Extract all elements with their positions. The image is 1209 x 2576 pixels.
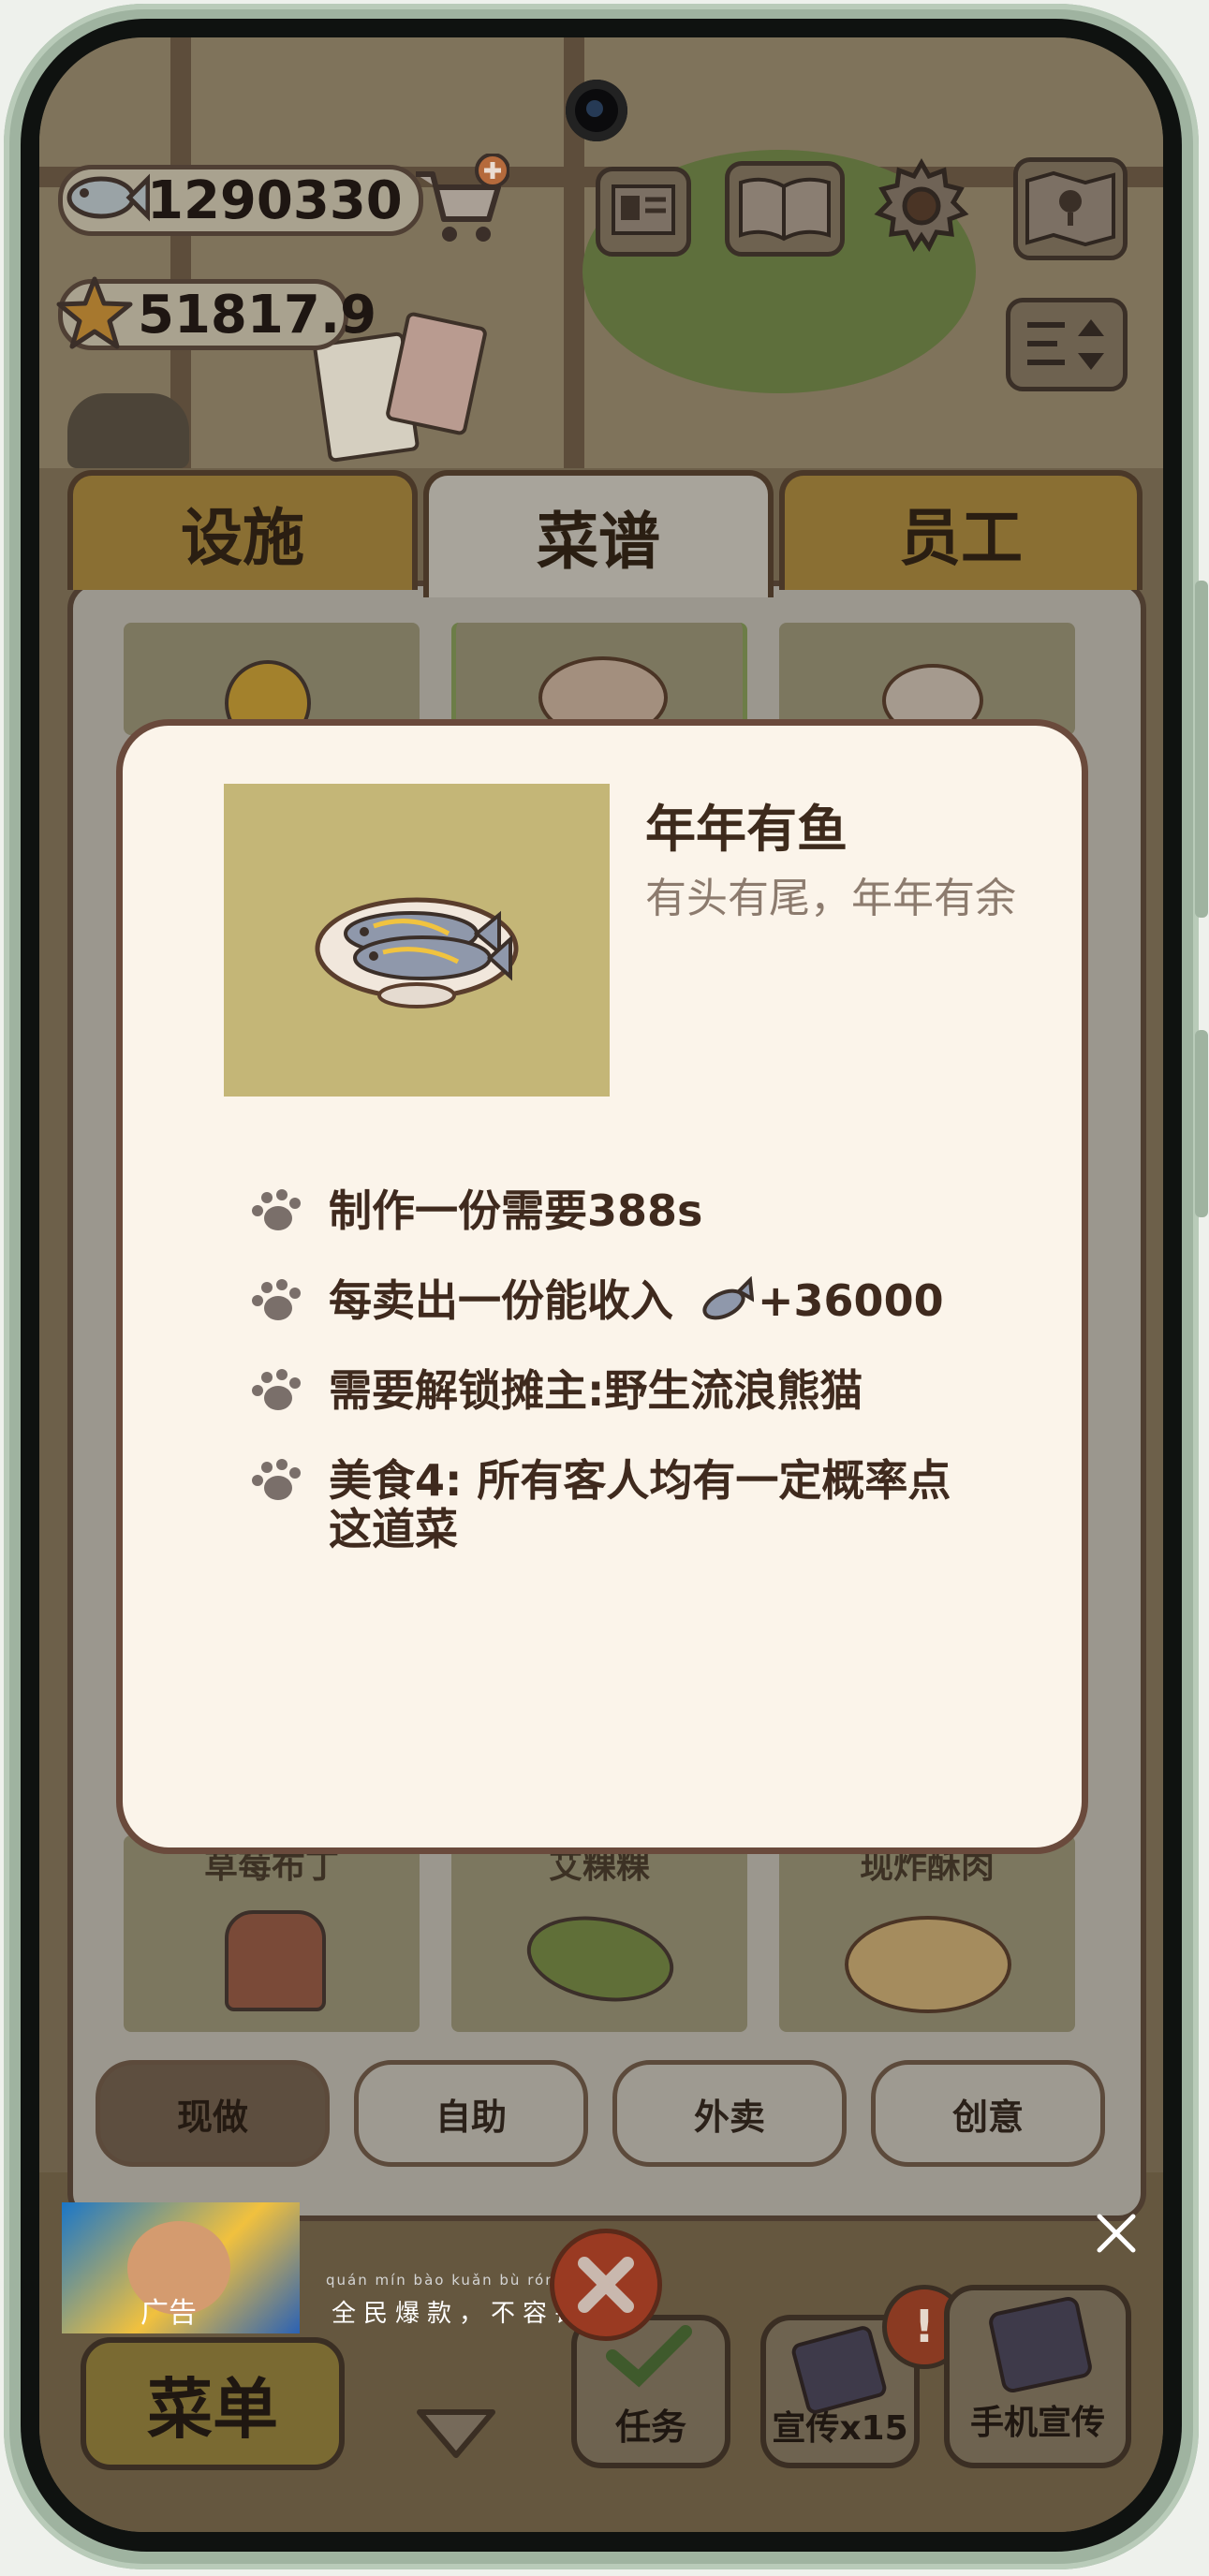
star-currency-value: 51817.9 [138,284,377,346]
filter-self-service[interactable]: 自助 [354,2060,588,2167]
recipe-book-icon[interactable] [725,161,845,257]
paw-icon [252,1189,301,1230]
phone-promo-label: 手机宣传 [969,2404,1105,2442]
pudding-icon [225,1910,326,2011]
filter-label: 自助 [435,2096,507,2138]
fish-icon [702,1276,754,1320]
income-value: +36000 [758,1275,944,1326]
dish-description: 有头有尾，年年有余 [645,875,1016,922]
tab-facilities[interactable]: 设施 [67,470,418,590]
recipe-card[interactable] [124,623,420,746]
dish-detail-modal: 年年有鱼 有头有尾，年年有余 制作一份需要388s 每卖出一份能收入 +3600… [116,719,1088,1854]
tab-facilities-label: 设施 [181,502,304,574]
income-text: 每卖出一份能收入 [329,1275,673,1326]
shop-cart-icon[interactable] [406,153,510,247]
filter-creative[interactable]: 创意 [871,2060,1105,2167]
effect-text-line1: 美食4: 所有客人均有一定概率点 [329,1455,951,1506]
profile-card-icon[interactable] [596,167,691,257]
detail-row-effect: 美食4: 所有客人均有一定概率点 这道菜 [246,1456,951,1553]
tab-staff[interactable]: 员工 [779,470,1143,590]
power-button [1195,1030,1208,1217]
paw-icon [252,1279,301,1320]
screen: 1290330 51817.9 设施 菜谱 员工 草莓布丁 艾粿粿 现炸酥肉 现… [39,37,1163,2532]
task-button-label: 任务 [614,2407,686,2448]
detail-row-unlock: 需要解锁摊主:野生流浪熊猫 [246,1366,863,1415]
fried-pork-icon [845,1916,1011,2013]
chevron-down-icon[interactable] [414,2407,498,2463]
detail-row-income: 每卖出一份能收入 +36000 [246,1276,944,1325]
menu-button-label: 菜单 [147,2370,278,2448]
filter-label: 外卖 [693,2096,765,2138]
settings-gear-icon[interactable] [873,157,970,255]
menu-button[interactable]: 菜单 [81,2337,345,2470]
dish-name: 年年有鱼 [645,800,848,859]
ad-tag: 广告 [140,2297,197,2330]
paw-icon [252,1459,301,1500]
star-icon [54,273,135,354]
promo-button-label: 宣传x15 [772,2409,908,2448]
volume-button [1195,581,1208,918]
unlock-requirement-text: 需要解锁摊主:野生流浪熊猫 [329,1365,863,1416]
sort-toggle-icon[interactable] [1006,298,1128,391]
tab-staff-label: 员工 [899,502,1023,574]
filter-label: 现做 [176,2096,248,2138]
filter-label: 创意 [951,2096,1024,2138]
fish-icon [56,155,151,240]
map-icon[interactable] [1013,157,1128,260]
fish-plate-icon [315,897,519,1008]
filter-takeout[interactable]: 外卖 [612,2060,847,2167]
fish-currency-value: 1290330 [147,169,403,231]
tab-recipes[interactable]: 菜谱 [423,470,774,597]
craft-time-text: 制作一份需要388s [329,1185,703,1236]
recipe-card[interactable] [779,623,1075,737]
close-icon[interactable] [550,2229,662,2341]
cat-decoration [67,393,189,468]
detail-row-craft-time: 制作一份需要388s [246,1186,702,1235]
tab-recipes-label: 菜谱 [537,506,660,578]
filter-made-to-order[interactable]: 现做 [96,2060,330,2167]
recipe-card[interactable]: 现炸酥肉 [779,1835,1075,2032]
paw-icon [252,1369,301,1410]
recipe-card[interactable]: 艾粿粿 [451,1835,747,2032]
dish-image-tile [224,784,610,1097]
front-camera [566,80,627,141]
effect-text-line2: 这道菜 [329,1504,458,1554]
leaf-dish-icon [520,1905,681,2013]
recipe-card[interactable] [451,623,747,739]
ad-close-icon[interactable] [1088,2205,1144,2261]
recipe-card[interactable]: 草莓布丁 [124,1835,420,2032]
